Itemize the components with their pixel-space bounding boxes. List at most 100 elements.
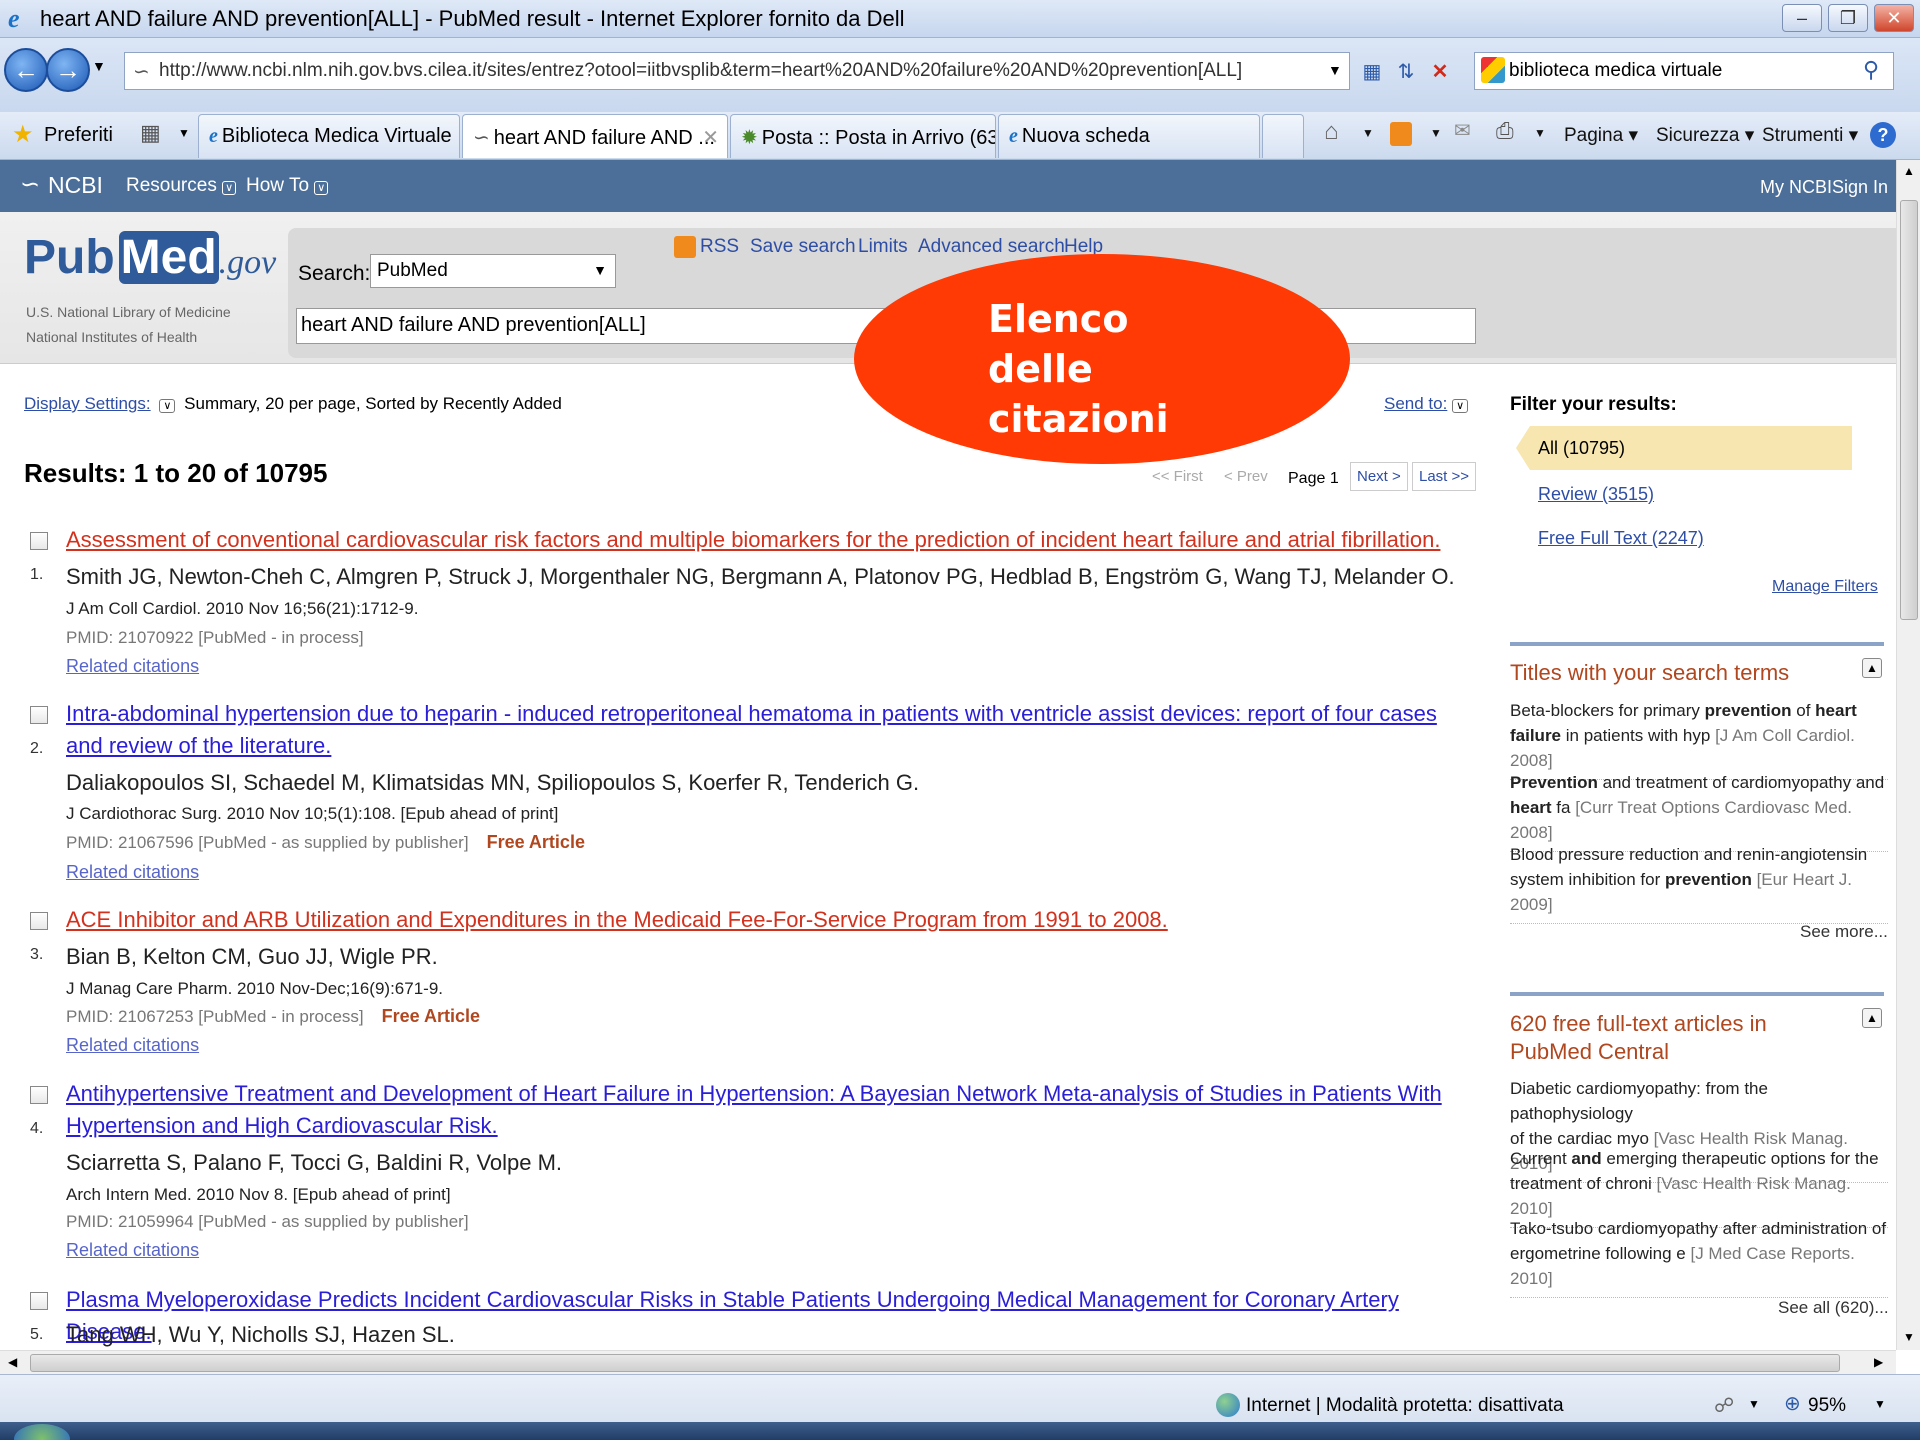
tools-menu[interactable]: Strumenti ▾ bbox=[1762, 124, 1858, 147]
home-icon[interactable]: ⌂ bbox=[1324, 118, 1339, 146]
pubmed-logo[interactable]: Pub Med.gov bbox=[24, 230, 276, 285]
lock-icon[interactable]: ☍ bbox=[1714, 1393, 1734, 1418]
ncbi-logo[interactable]: NCBI bbox=[48, 172, 103, 199]
vertical-scrollbar[interactable]: ▲ ▼ bbox=[1896, 160, 1920, 1350]
see-all-link[interactable]: See all (620)... bbox=[1778, 1298, 1889, 1318]
security-menu[interactable]: Sicurezza ▾ bbox=[1656, 124, 1754, 147]
title-suggestion[interactable]: Blood pressure reduction and renin-angio… bbox=[1510, 842, 1888, 924]
result-title-link[interactable]: Antihypertensive Treatment and Developme… bbox=[66, 1078, 1476, 1142]
scroll-right-icon[interactable]: ▶ bbox=[1874, 1355, 1883, 1369]
filter-review[interactable]: Review (3515) bbox=[1538, 484, 1654, 505]
page-menu[interactable]: Pagina ▾ bbox=[1564, 124, 1638, 147]
zoom-dropdown-icon[interactable]: ▼ bbox=[1874, 1397, 1886, 1411]
favorites-button[interactable]: Preferiti bbox=[44, 124, 113, 147]
address-input[interactable]: ∽ http://www.ncbi.nlm.nih.gov.bvs.cilea.… bbox=[124, 52, 1350, 90]
save-search-link[interactable]: Save search bbox=[750, 236, 856, 258]
home-dropdown-icon[interactable]: ▼ bbox=[1362, 126, 1374, 140]
howto-menu[interactable]: How To ∨ bbox=[246, 175, 329, 197]
refresh-icon[interactable]: ⇅ bbox=[1390, 52, 1422, 90]
help-icon[interactable]: ? bbox=[1870, 122, 1896, 148]
free-article-badge[interactable]: Free Article bbox=[382, 1006, 480, 1026]
display-settings[interactable]: Display Settings: ∨ Summary, 20 per page… bbox=[24, 394, 562, 414]
collapse-icon[interactable]: ▲ bbox=[1862, 658, 1882, 678]
scroll-down-icon[interactable]: ▼ bbox=[1903, 1330, 1915, 1344]
internet-explorer-icon: e bbox=[209, 125, 218, 147]
my-ncbi-link[interactable]: My NCBI bbox=[1760, 177, 1832, 198]
restore-button[interactable]: ❐ bbox=[1828, 4, 1868, 32]
related-citations-link[interactable]: Related citations bbox=[66, 862, 199, 883]
result-checkbox[interactable] bbox=[30, 912, 48, 930]
resources-menu[interactable]: Resources ∨ bbox=[126, 175, 237, 197]
close-tab-icon[interactable]: ✕ bbox=[702, 125, 719, 150]
result-title-link[interactable]: ACE Inhibitor and ARB Utilization and Ex… bbox=[66, 904, 1476, 936]
chevron-down-icon[interactable]: ▼ bbox=[1748, 1397, 1760, 1411]
tab-toolbar: ★ Preferiti ▦ ▼ e Biblioteca Medica Virtu… bbox=[0, 112, 1920, 160]
see-more-link[interactable]: See more... bbox=[1800, 922, 1888, 942]
related-citations-link[interactable]: Related citations bbox=[66, 1035, 199, 1056]
howto-label: How To bbox=[246, 175, 310, 196]
print-icon[interactable]: ⎙ bbox=[1496, 118, 1514, 144]
result-checkbox[interactable] bbox=[30, 1292, 48, 1310]
history-dropdown-icon[interactable]: ▼ bbox=[92, 58, 106, 74]
print-dropdown-icon[interactable]: ▼ bbox=[1534, 126, 1546, 140]
manage-filters-link[interactable]: Manage Filters bbox=[1772, 578, 1878, 596]
favorites-star-icon[interactable]: ★ bbox=[12, 120, 34, 149]
result-title-link[interactable]: Assessment of conventional cardiovascula… bbox=[66, 524, 1476, 556]
mail-icon[interactable]: ✉ bbox=[1454, 118, 1471, 143]
send-to[interactable]: Send to: ∨ bbox=[1384, 394, 1469, 414]
tab-list-dropdown-icon[interactable]: ▼ bbox=[178, 126, 190, 140]
advanced-search-link[interactable]: Advanced search bbox=[918, 236, 1065, 258]
address-dropdown-icon[interactable]: ▼ bbox=[1328, 62, 1342, 78]
scroll-up-icon[interactable]: ▲ bbox=[1903, 164, 1915, 178]
feed-dropdown-icon[interactable]: ▼ bbox=[1430, 126, 1442, 140]
result-checkbox[interactable] bbox=[30, 1086, 48, 1104]
collapse-icon[interactable]: ▲ bbox=[1862, 1008, 1882, 1028]
sign-in-link[interactable]: Sign In bbox=[1832, 177, 1888, 198]
address-url: http://www.ncbi.nlm.nih.gov.bvs.cilea.it… bbox=[159, 60, 1243, 81]
minimize-button[interactable]: – bbox=[1782, 4, 1822, 32]
zoom-level[interactable]: 95% bbox=[1808, 1395, 1846, 1417]
filter-all[interactable]: All (10795) bbox=[1538, 438, 1625, 459]
pager-next[interactable]: Next > bbox=[1350, 462, 1408, 491]
display-settings-link[interactable]: Display Settings: bbox=[24, 394, 151, 413]
tab-pubmed-result[interactable]: ∽ heart AND failure AND ... ✕ bbox=[462, 114, 728, 158]
database-select[interactable]: PubMed ▼ bbox=[370, 254, 616, 288]
zoom-icon[interactable]: ⊕ bbox=[1784, 1391, 1801, 1416]
related-citations-link[interactable]: Related citations bbox=[66, 1240, 199, 1261]
rss-link[interactable]: RSS bbox=[700, 236, 739, 258]
horizontal-scrollbar[interactable]: ◀ ▶ bbox=[0, 1350, 1896, 1374]
stop-icon[interactable]: ✕ bbox=[1424, 52, 1456, 90]
search-icon[interactable]: ⚲ bbox=[1863, 57, 1879, 83]
tab-biblioteca[interactable]: e Biblioteca Medica Virtuale ... bbox=[198, 114, 460, 158]
quick-tabs-icon[interactable]: ▦ bbox=[140, 120, 161, 146]
scroll-thumb[interactable] bbox=[1900, 200, 1918, 620]
filter-free-full-text[interactable]: Free Full Text (2247) bbox=[1538, 528, 1704, 549]
free-article-badge[interactable]: Free Article bbox=[487, 832, 585, 852]
tab-new[interactable]: e Nuova scheda bbox=[998, 114, 1260, 158]
free-article-item[interactable]: Tako-tsubo cardiomyopathy after administ… bbox=[1510, 1216, 1888, 1298]
close-window-button[interactable]: ✕ bbox=[1874, 4, 1914, 32]
limits-link[interactable]: Limits bbox=[858, 236, 908, 258]
start-orb-icon[interactable] bbox=[14, 1424, 70, 1440]
rss-feed-icon[interactable] bbox=[1390, 122, 1412, 146]
related-citations-link[interactable]: Related citations bbox=[66, 656, 199, 677]
send-to-link[interactable]: Send to: bbox=[1384, 394, 1447, 413]
tab-posta[interactable]: ✹ Posta :: Posta in Arrivo (634) bbox=[730, 114, 996, 158]
search-provider-input[interactable]: biblioteca medica virtuale ⚲ bbox=[1474, 52, 1894, 90]
title-suggestion[interactable]: Prevention and treatment of cardiomyopat… bbox=[1510, 770, 1888, 852]
pager-last[interactable]: Last >> bbox=[1412, 462, 1477, 491]
title-suggestion[interactable]: Beta-blockers for primary prevention of … bbox=[1510, 698, 1888, 780]
result-title-link[interactable]: Intra-abdominal hypertension due to hepa… bbox=[66, 698, 1476, 762]
article-text: treatment of chroni bbox=[1510, 1174, 1652, 1193]
pager-first: << First bbox=[1152, 468, 1203, 485]
new-tab-button[interactable] bbox=[1262, 114, 1304, 158]
result-checkbox[interactable] bbox=[30, 532, 48, 550]
hscroll-thumb[interactable] bbox=[30, 1354, 1840, 1372]
scroll-left-icon[interactable]: ◀ bbox=[8, 1355, 17, 1369]
forward-button[interactable]: → bbox=[46, 48, 90, 92]
result-checkbox[interactable] bbox=[30, 706, 48, 724]
compatibility-icon[interactable]: ▦ bbox=[1356, 52, 1388, 90]
address-toolbar: ← → ▼ ∽ http://www.ncbi.nlm.nih.gov.bvs.… bbox=[0, 38, 1920, 118]
security-zone[interactable]: Internet | Modalità protetta: disattivat… bbox=[1246, 1395, 1564, 1417]
back-button[interactable]: ← bbox=[4, 48, 48, 92]
